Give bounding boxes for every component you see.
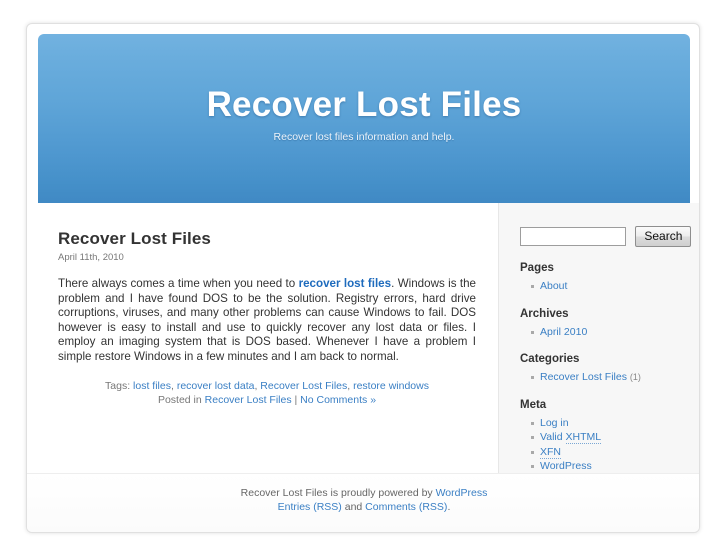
category-link[interactable]: Recover Lost Files xyxy=(205,394,292,406)
post-date: April 11th, 2010 xyxy=(58,252,124,263)
xfn-abbr: XFN xyxy=(540,445,561,459)
list-item: WordPress xyxy=(531,459,690,474)
sidebar-link-about[interactable]: About xyxy=(540,280,567,292)
search-input[interactable] xyxy=(520,227,626,246)
search-form: Search xyxy=(520,226,692,247)
recover-lost-files-link[interactable]: recover lost files xyxy=(299,277,392,290)
search-button[interactable]: Search xyxy=(635,226,692,247)
list-item: Log in xyxy=(531,416,690,431)
sidebar-link-valid-xhtml[interactable]: Valid XHTML xyxy=(540,431,602,444)
list-item: April 2010 xyxy=(531,325,690,340)
post-title[interactable]: Recover Lost Files xyxy=(58,203,476,249)
footer-wordpress-link[interactable]: WordPress xyxy=(436,487,488,499)
comments-link[interactable]: No Comments » xyxy=(300,394,376,406)
tag-link-1[interactable]: recover lost data xyxy=(177,380,255,392)
sidebar-link-wordpress[interactable]: WordPress xyxy=(540,460,592,472)
meta-separator: | xyxy=(291,393,301,406)
footer-period: . xyxy=(447,501,451,513)
post-tags-line: Tags: lost files, recover lost data, Rec… xyxy=(58,379,476,393)
valid-prefix: Valid xyxy=(540,431,566,443)
widget-title-archives: Archives xyxy=(520,307,569,320)
list-item: XFN xyxy=(531,445,690,460)
post-article: Recover Lost Files April 11th, 2010 Ther… xyxy=(58,203,476,407)
list-item: Recover Lost Files (1) xyxy=(531,370,690,385)
pages-link-list: About xyxy=(520,279,690,294)
sidebar-link-april-2010[interactable]: April 2010 xyxy=(540,326,587,338)
sidebar-widget-categories: Categories Recover Lost Files (1) xyxy=(520,352,690,385)
sidebar-widget-meta: Meta Log in Valid XHTML XFN WordPress xyxy=(520,398,690,474)
content-column: Recover Lost Files April 11th, 2010 Ther… xyxy=(58,203,476,407)
post-paragraph: There always comes a time when you need … xyxy=(58,277,476,365)
main-region: Recover Lost Files April 11th, 2010 Ther… xyxy=(27,203,699,521)
post-posted-in-line: Posted in Recover Lost Files | No Commen… xyxy=(58,393,476,407)
sidebar-widget-pages: Pages About xyxy=(520,261,690,294)
post-metadata: Tags: lost files, recover lost data, Rec… xyxy=(58,379,476,407)
tag-link-3[interactable]: restore windows xyxy=(353,380,429,392)
footer-line-2: Entries (RSS) and Comments (RSS). xyxy=(27,500,699,514)
sidebar-link-recover-lost-files[interactable]: Recover Lost Files xyxy=(540,371,627,383)
sidebar-widget-list: Pages About Archives April 2010 Categori… xyxy=(520,261,690,487)
site-title[interactable]: Recover Lost Files xyxy=(38,86,690,124)
footer-inner: Recover Lost Files is proudly powered by… xyxy=(27,474,699,514)
category-count: (1) xyxy=(629,372,641,382)
sidebar-link-log-in[interactable]: Log in xyxy=(540,417,569,429)
meta-link-list: Log in Valid XHTML XFN WordPress xyxy=(520,416,690,474)
post-entry: There always comes a time when you need … xyxy=(58,277,476,365)
list-item: About xyxy=(531,279,690,294)
xhtml-abbr: XHTML xyxy=(565,431,602,444)
footer-entries-rss-link[interactable]: Entries (RSS) xyxy=(278,501,342,513)
sidebar-link-xfn[interactable]: XFN xyxy=(540,445,561,459)
tag-link-2[interactable]: Recover Lost Files xyxy=(260,380,347,392)
categories-link-list: Recover Lost Files (1) xyxy=(520,370,690,385)
page-container: Recover Lost Files Recover lost files in… xyxy=(26,23,700,533)
widget-title-categories: Categories xyxy=(520,353,580,365)
widget-title-meta: Meta xyxy=(520,398,547,411)
site-footer: Recover Lost Files is proudly powered by… xyxy=(27,473,699,532)
posted-in-label: Posted in xyxy=(157,393,205,406)
site-header-inner: Recover Lost Files Recover lost files in… xyxy=(38,34,690,203)
sidebar-widget-archives: Archives April 2010 xyxy=(520,307,690,340)
post-text-before-link: There always comes a time when you need … xyxy=(58,277,299,290)
archives-link-list: April 2010 xyxy=(520,325,690,340)
tags-label: Tags: xyxy=(105,379,134,392)
footer-and-text: and xyxy=(341,501,366,513)
footer-comments-rss-link[interactable]: Comments (RSS) xyxy=(365,501,447,513)
widget-title-pages: Pages xyxy=(520,262,554,274)
site-tagline: Recover lost files information and help. xyxy=(273,131,455,143)
list-item: Valid XHTML xyxy=(531,430,690,445)
footer-powered-by-text: Recover Lost Files is proudly powered by xyxy=(240,487,436,499)
site-header: Recover Lost Files Recover lost files in… xyxy=(38,34,690,203)
tag-link-0[interactable]: lost files xyxy=(133,380,171,392)
footer-line-1: Recover Lost Files is proudly powered by… xyxy=(27,486,699,500)
